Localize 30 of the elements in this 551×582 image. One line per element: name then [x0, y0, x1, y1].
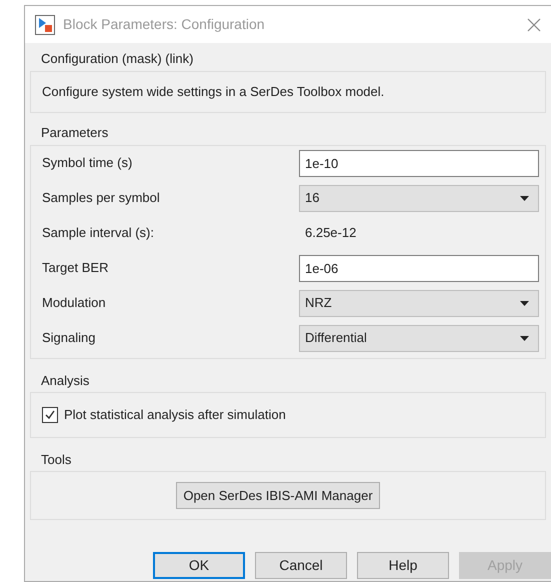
input-field[interactable]: 1e-10	[299, 150, 539, 176]
section-title: Parameters	[41, 125, 108, 140]
input-field[interactable]: 1e-06	[299, 254, 539, 282]
caret-icon	[520, 300, 529, 306]
parameter-label: Signaling	[42, 329, 96, 348]
dialog-button[interactable]: Help	[357, 552, 449, 579]
dropdown[interactable]: 16	[299, 184, 539, 212]
checkbox-label[interactable]: Plot statistical analysis after simulation	[64, 405, 286, 424]
parameter-label: Symbol time (s)	[42, 154, 134, 172]
section-title: Tools	[41, 452, 72, 466]
close-icon[interactable]	[527, 18, 541, 32]
description-text: Configure system wide settings in a SerDes Toolbox model.	[42, 84, 384, 98]
section-title: Analysis	[41, 372, 90, 388]
dialog-button[interactable]: OK	[153, 552, 245, 579]
parameter-label: Modulation	[42, 294, 107, 312]
block-icon	[35, 14, 55, 34]
parameter-value: 6.25e-12	[304, 224, 356, 242]
caret-icon	[520, 336, 529, 340]
section-title: Configuration (mask) (link)	[41, 51, 194, 66]
manager-button[interactable]: Open SerDes IBIS-AMI Manager	[176, 482, 380, 509]
dropdown[interactable]: NRZ	[299, 290, 539, 316]
dropdown[interactable]: Differential	[299, 324, 539, 352]
parameter-label: Sample interval (s):	[42, 224, 155, 242]
check-icon	[44, 408, 56, 421]
parameter-label: Samples per symbol	[42, 189, 161, 208]
window-title: Block Parameters: Configuration	[63, 15, 265, 34]
dialog-button[interactable]: Cancel	[255, 552, 347, 579]
parameter-label: Target BER	[42, 259, 110, 278]
checkbox[interactable]	[42, 406, 58, 423]
caret-icon	[520, 196, 529, 200]
